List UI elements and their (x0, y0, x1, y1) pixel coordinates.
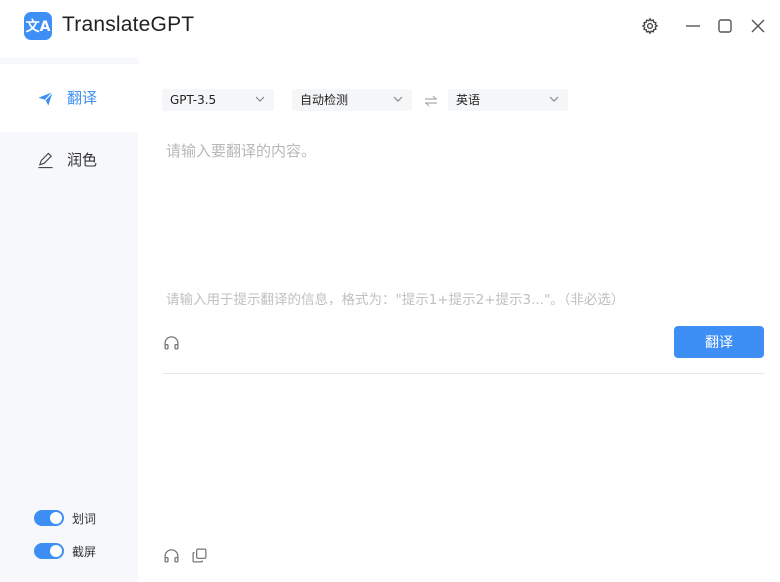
sidebar-item-polish[interactable]: 润色 (0, 126, 138, 194)
model-select-value: GPT-3.5 (170, 93, 217, 107)
minimize-button[interactable] (681, 14, 705, 38)
toggle-row-select-word: 划词 (34, 508, 96, 528)
swap-languages-button[interactable] (424, 93, 438, 112)
toggle-label: 划词 (72, 511, 97, 526)
gear-icon (641, 17, 659, 35)
close-button[interactable] (746, 14, 770, 38)
chevron-down-icon (393, 96, 403, 102)
pencil-icon (37, 126, 54, 194)
headphones-icon (163, 548, 179, 563)
listen-result-button[interactable] (161, 545, 181, 565)
copy-result-button[interactable] (189, 545, 209, 565)
sidebar-item-label: 翻译 (67, 89, 98, 107)
copy-icon (191, 547, 207, 563)
maximize-icon (718, 19, 732, 33)
paper-plane-icon (37, 64, 54, 132)
source-text-input[interactable]: 请输入要翻译的内容。 (166, 140, 756, 250)
app-title: TranslateGPT (62, 13, 195, 36)
divider (163, 373, 764, 374)
chevron-down-icon (549, 96, 559, 102)
select-word-toggle[interactable] (34, 510, 64, 526)
title-bar: 文A TranslateGPT (0, 0, 780, 56)
sidebar-item-label: 润色 (67, 151, 98, 169)
swap-icon (425, 95, 437, 107)
source-language-select[interactable]: 自动检测 (292, 89, 412, 111)
sidebar-item-translate[interactable]: 翻译 (0, 64, 138, 132)
target-language-select[interactable]: 英语 (448, 89, 568, 111)
settings-button[interactable] (638, 14, 662, 38)
toggle-row-screenshot: 截屏 (34, 541, 96, 561)
prompt-hint-input[interactable]: 请输入用于提示翻译的信息，格式为："提示1+提示2+提示3..."。（非必选） (166, 288, 766, 310)
translate-button[interactable]: 翻译 (674, 326, 764, 358)
chevron-down-icon (255, 96, 265, 102)
close-icon (751, 19, 765, 33)
headphones-icon (163, 335, 179, 350)
target-language-value: 英语 (456, 93, 481, 107)
maximize-button[interactable] (713, 14, 737, 38)
screenshot-toggle[interactable] (34, 543, 64, 559)
app-logo-icon: 文A (24, 12, 52, 40)
source-language-value: 自动检测 (300, 93, 349, 107)
listen-source-button[interactable] (161, 332, 181, 352)
sidebar: 翻译 润色 划词 截屏 (0, 58, 138, 582)
model-select[interactable]: GPT-3.5 (162, 89, 274, 111)
toggle-label: 截屏 (72, 544, 97, 559)
minimize-icon (686, 25, 700, 27)
main-panel: GPT-3.5 自动检测 英语 请输入要翻译的内容。 请输入用于提示翻译的信息，… (138, 58, 780, 582)
